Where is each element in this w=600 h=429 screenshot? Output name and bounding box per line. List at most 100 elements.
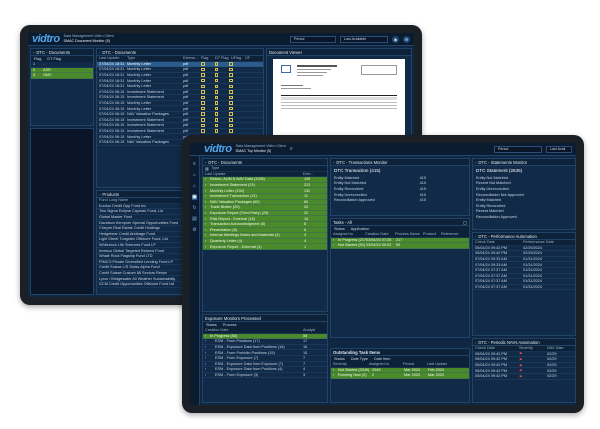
table-row[interactable]: › Not Started (50) 03/04/24 09:02 50 [331,243,469,249]
severity-flag-icon: ⚑ [519,363,523,368]
row-ext: pdf [183,84,189,89]
collapse-chevron-icon[interactable]: › [333,160,334,165]
table-row[interactable]: 05/04/24 09:42 PM ⚑ 02/29 [473,374,575,380]
collapse-chevron-icon[interactable]: › [475,234,476,239]
tab-status[interactable]: Status [334,357,345,361]
app-monitor-name[interactable]: DMAC Document Monitor (5) [64,39,114,44]
tree-row[interactable]: › ESM - From Exposure (3) 3 [203,373,327,379]
flag-checkbox[interactable] [229,73,233,77]
table-row[interactable]: 07/04/24 07:37 AM 01/31/2024 [473,285,575,291]
settings-icon[interactable]: ⚙ [403,35,410,43]
flag-checkbox[interactable] [229,78,233,83]
tab-date-type[interactable]: Date Type [351,357,368,361]
period-select[interactable]: Period [494,145,542,153]
list-item[interactable]: Reconciliation Approved 415 [331,197,469,203]
check-date: 05/04/24 09:42 PM [475,357,508,362]
settings-icon[interactable]: ⚙ [192,228,197,233]
flag-checkbox[interactable] [201,84,205,89]
flag-checkbox[interactable] [201,67,205,72]
flag-checkbox[interactable] [214,129,218,133]
flag-checkbox[interactable] [201,112,205,116]
flag-checkbox[interactable] [229,62,233,66]
asset-select[interactable]: Last Available [340,35,388,43]
flag-checkbox[interactable] [201,90,205,94]
flag-checkbox[interactable] [214,62,218,66]
list-item[interactable]: 3 GMC [31,73,93,79]
flag-checkbox[interactable] [229,118,233,122]
flag-checkbox[interactable] [201,118,205,122]
document-preview[interactable] [273,59,405,147]
menu-icon[interactable]: ≡ [192,162,197,167]
tab-date-item[interactable]: Date Item [374,357,390,361]
expand-chevron-icon[interactable]: › [205,367,215,371]
flag-checkbox[interactable] [201,106,205,111]
outstanding-status: Running Now (2) [338,373,367,378]
flag-checkbox[interactable] [201,123,205,128]
collapse-chevron-icon[interactable]: › [99,50,100,55]
flag-checkbox[interactable] [229,123,233,128]
tab-status[interactable]: Status [334,227,345,231]
row-date: 07/04/24 06:15 [99,112,125,117]
tree-count: 223 [304,183,311,188]
collapse-chevron-icon[interactable]: › [33,50,34,55]
chart-icon[interactable]: ▤ [192,217,197,222]
collapse-chevron-icon[interactable]: › [475,340,476,345]
flag-checkbox[interactable] [229,67,233,72]
dtc-documents-panel: › DTC - Documents ▦ Type Last Update Exte..… [202,158,328,312]
expand-chevron-icon[interactable]: › [205,345,215,349]
flag-checkbox[interactable] [229,90,233,94]
flag-checkbox[interactable] [214,95,218,100]
flag-checkbox[interactable] [201,78,205,83]
expand-chevron-icon[interactable]: › [205,339,215,343]
home-icon[interactable]: ⌂ [192,173,197,178]
flag-checkbox[interactable] [229,101,233,105]
flag-checkbox[interactable] [214,101,218,105]
flag-checkbox[interactable] [229,95,233,100]
flag-checkbox[interactable] [214,112,218,116]
flag-checkbox[interactable] [214,90,218,94]
list-item[interactable]: Reconciliation Approved [473,214,575,220]
flag-checkbox[interactable] [201,101,205,105]
expand-chevron-icon[interactable]: › [205,351,215,355]
monitor-icon[interactable]: ▣ [192,195,197,200]
tab-status[interactable]: Status [206,323,217,327]
app-monitor-name[interactable]: DMAC Top Monitor (5) [236,149,286,154]
table-row[interactable]: › Running Now (2) 2 Mar 2024 Mar 2024 [331,373,469,379]
collapse-chevron-icon[interactable]: › [99,192,100,197]
user-icon[interactable]: ◉ [392,35,399,43]
flag-checkbox[interactable] [214,118,218,122]
period-select[interactable]: Period [290,35,336,43]
flag-checkbox[interactable] [229,84,233,89]
tab-dt-flag[interactable]: DT Flag [47,57,60,61]
flag-checkbox[interactable] [201,73,205,77]
flag-checkbox[interactable] [214,78,218,83]
tab-process[interactable]: Process [223,323,237,327]
expand-chevron-icon[interactable]: › [205,362,215,366]
flag-checkbox[interactable] [229,106,233,111]
flag-checkbox[interactable] [201,62,205,66]
flag-checkbox[interactable] [214,123,218,128]
home-icon[interactable]: ⌂ [192,184,197,189]
tab-application[interactable]: Application [351,227,370,231]
tree-count: 7 [303,361,306,366]
flag-checkbox[interactable] [214,84,218,89]
row-date: 07/04/24 06:15 [99,106,125,111]
flag-checkbox[interactable] [214,67,218,72]
collapse-chevron-icon[interactable]: › [475,160,476,165]
asset-select[interactable]: Last Avail [546,145,572,153]
tree-row[interactable]: › Exposure Report - External (1) 1 [203,244,327,250]
flag-checkbox[interactable] [201,129,205,133]
flag-checkbox[interactable] [214,106,218,111]
tab-flag[interactable]: Flag [34,57,41,61]
expand-chevron-icon[interactable]: › [205,356,215,360]
flag-checkbox[interactable] [214,73,218,77]
flag-checkbox[interactable] [201,95,205,100]
documents-table-body: 07/04/24 18:31 Monthly Letter pdf 07/04/24 … [97,61,263,146]
flag-checkbox[interactable] [229,112,233,116]
expand-chevron-icon[interactable]: › [205,373,215,377]
expand-icon[interactable]: ▢ [463,220,467,225]
refresh-icon[interactable]: ↻ [192,206,197,211]
collapse-chevron-icon[interactable]: › [205,160,206,165]
flag-checkbox[interactable] [229,129,233,133]
search-icon[interactable]: ⌕ [290,146,293,153]
